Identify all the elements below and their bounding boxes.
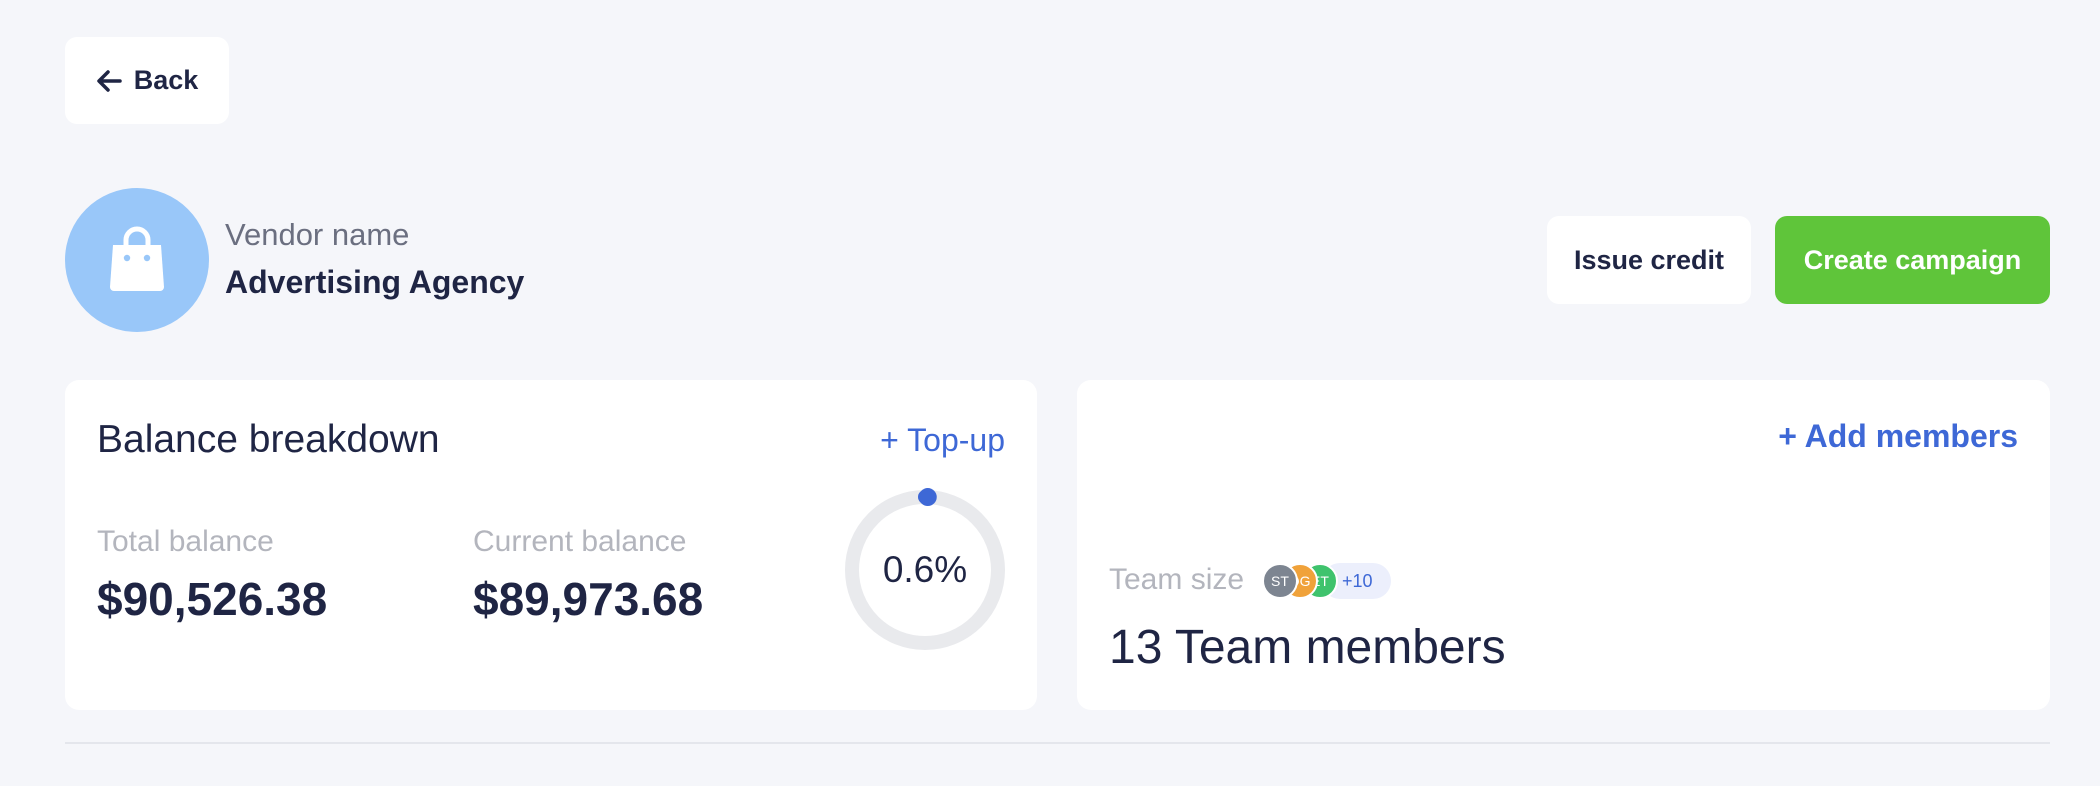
team-card: + Add members Team size ST DG ET +10 13 Tea… bbox=[1077, 380, 2050, 710]
balance-title: Balance breakdown bbox=[97, 418, 440, 461]
team-size-label: Team size bbox=[1109, 563, 1245, 596]
vendor-label: Vendor name bbox=[225, 217, 410, 252]
topup-link[interactable]: + Top-up bbox=[880, 422, 1005, 459]
back-label: Back bbox=[133, 65, 199, 95]
balance-usage-gauge: 0.6% bbox=[843, 488, 1007, 652]
shopping-bag-icon bbox=[107, 225, 167, 296]
current-balance-value: $89,973.68 bbox=[473, 573, 704, 625]
create-campaign-button[interactable]: Create campaign bbox=[1775, 216, 2050, 304]
team-member-count: 13 Team members bbox=[1109, 621, 1506, 674]
vendor-avatar bbox=[65, 188, 209, 332]
current-balance-label: Current balance bbox=[473, 525, 687, 558]
issue-credit-button[interactable]: Issue credit bbox=[1547, 216, 1751, 304]
total-balance-value: $90,526.38 bbox=[97, 573, 328, 625]
section-divider bbox=[65, 742, 2050, 744]
back-button[interactable]: Back bbox=[65, 37, 229, 124]
vendor-name: Advertising Agency bbox=[225, 264, 525, 300]
team-avatar-stack[interactable]: ST DG ET +10 bbox=[1262, 563, 1391, 599]
arrow-left-icon bbox=[96, 69, 122, 93]
add-members-link[interactable]: + Add members bbox=[1778, 418, 2018, 455]
total-balance-label: Total balance bbox=[97, 525, 274, 558]
usage-percent: 0.6% bbox=[882, 549, 968, 590]
team-member-avatar[interactable]: ST bbox=[1262, 563, 1298, 599]
balance-card: Balance breakdown + Top-up Total balance… bbox=[65, 380, 1037, 710]
